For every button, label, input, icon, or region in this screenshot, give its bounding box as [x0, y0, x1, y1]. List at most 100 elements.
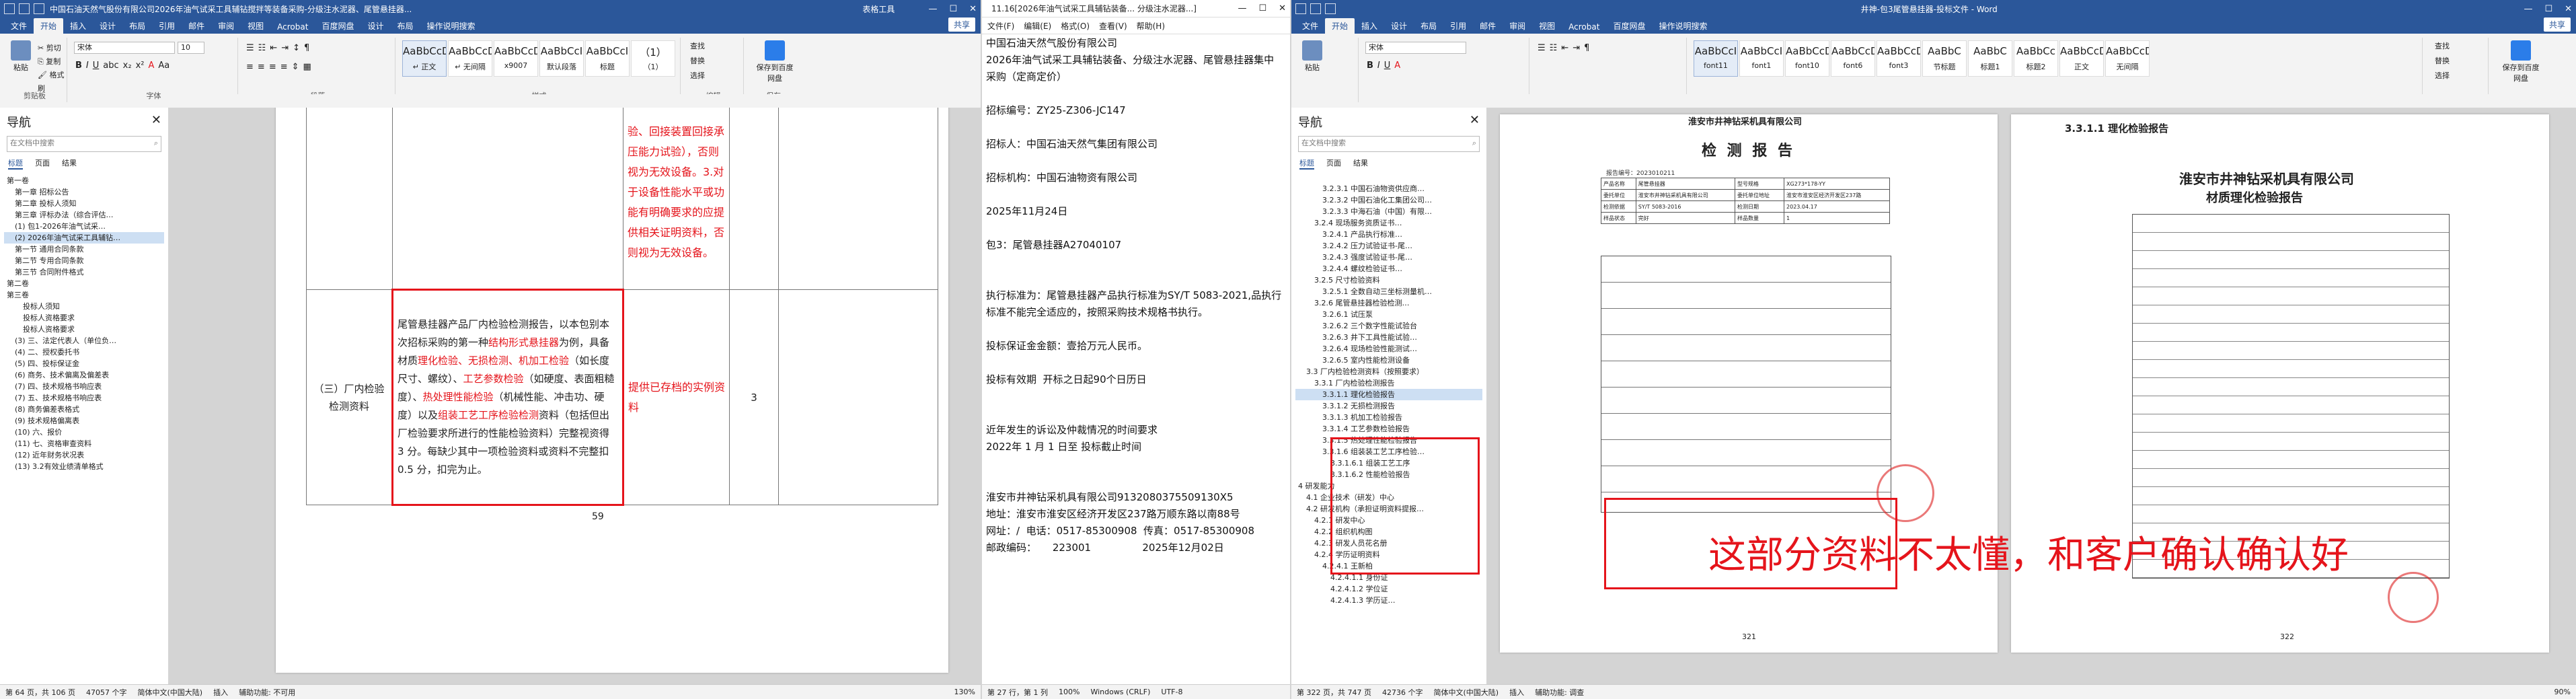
- edit-item[interactable]: 替换: [690, 54, 705, 69]
- style-gallery-item[interactable]: AaBbC 节标题: [1922, 40, 1967, 77]
- search-icon[interactable]: ⌕: [1472, 137, 1476, 151]
- save-to-baidu-button[interactable]: 保存到百度网盘: [756, 40, 794, 83]
- style-gallery-item[interactable]: AaBbCcDd ↵ 正文: [402, 40, 447, 77]
- font-size-select[interactable]: 10: [178, 42, 204, 54]
- nav-heading-item[interactable]: (9) 技术规格偏离表: [4, 415, 164, 427]
- nav-heading-item[interactable]: 第一卷: [4, 175, 164, 186]
- nav-tab[interactable]: 标题: [8, 157, 23, 170]
- maximize-icon[interactable]: ☐: [949, 4, 957, 14]
- edit-item[interactable]: 查找: [2435, 39, 2450, 54]
- search-icon[interactable]: ⌕: [154, 137, 158, 151]
- nav-heading-item[interactable]: 3.2.4.3 强度试验证书-尾…: [1295, 252, 1482, 263]
- nav-heading-item[interactable]: (13) 3.2有效业绩清单格式: [4, 461, 164, 472]
- minimize-icon[interactable]: —: [928, 4, 937, 14]
- menu-tab[interactable]: 开始: [1325, 18, 1355, 34]
- notepad-menu-item[interactable]: 格式(O): [1061, 20, 1090, 32]
- menu-tab[interactable]: 开始: [34, 18, 64, 34]
- nav-tab[interactable]: 结果: [62, 157, 77, 170]
- menu-tab[interactable]: 百度网盘: [315, 18, 361, 34]
- menu-tab[interactable]: 布局: [1414, 18, 1443, 34]
- menu-tab[interactable]: 插入: [1355, 18, 1384, 34]
- underline-button[interactable]: U: [93, 61, 100, 71]
- nav-tab[interactable]: 页面: [1326, 157, 1341, 170]
- menu-tab[interactable]: 引用: [152, 18, 182, 34]
- nav-heading-item[interactable]: 3.2.6 尾管悬挂器检验检测…: [1295, 297, 1482, 309]
- nav-heading-item[interactable]: 3.3.1.1 理化检验报告: [1295, 389, 1482, 400]
- menu-tab[interactable]: 审阅: [211, 18, 241, 34]
- close-icon[interactable]: ✕: [2565, 4, 2572, 14]
- edit-item[interactable]: 选择: [2435, 69, 2450, 83]
- nav-tab[interactable]: 标题: [1299, 157, 1314, 170]
- nav-heading-item[interactable]: 3.3.1.3 机加工检验报告: [1295, 412, 1482, 423]
- nav-heading-item[interactable]: 投标人资格要求: [4, 312, 164, 324]
- share-button[interactable]: 共享: [2543, 17, 2571, 32]
- menu-tab[interactable]: 操作说明搜索: [420, 18, 482, 34]
- menu-tab[interactable]: 视图: [241, 18, 270, 34]
- nav-search-input[interactable]: 在文档中搜索 ⌕: [7, 136, 161, 152]
- nav-heading-item[interactable]: (6) 商务、技术偏离及偏差表: [4, 369, 164, 381]
- style-gallery-item[interactable]: AaBbCcI 标题: [585, 40, 630, 77]
- share-button[interactable]: 共享: [948, 17, 975, 32]
- notepad-text[interactable]: 中国石油天然气股份有限公司 2026年油气试采工具辅钻装备、分级注水泥器、尾管悬挂…: [986, 35, 1283, 556]
- menu-tab[interactable]: 插入: [63, 18, 93, 34]
- font-name-select[interactable]: 宋体: [74, 42, 175, 54]
- menu-tab[interactable]: 引用: [1443, 18, 1473, 34]
- nav-heading-item[interactable]: 3.2.6.2 三个数字性能试验台: [1295, 320, 1482, 332]
- nav-heading-item[interactable]: 第三节 合同附件格式: [4, 266, 164, 278]
- menu-tab[interactable]: 布局: [390, 18, 420, 34]
- nav-heading-item[interactable]: 第二章 投标人须知: [4, 198, 164, 209]
- nav-heading-item[interactable]: 3.2.6.1 试压泵: [1295, 309, 1482, 320]
- style-gallery-item[interactable]: AaBbCcD font6: [1831, 40, 1875, 77]
- edit-item[interactable]: 查找: [690, 39, 705, 54]
- nav-tab[interactable]: 页面: [35, 157, 50, 170]
- nav-heading-item[interactable]: 3.2.3.3 中海石油（中国）有限…: [1295, 206, 1482, 217]
- menu-tab[interactable]: 视图: [1532, 18, 1562, 34]
- font-name-select[interactable]: 宋体: [1365, 42, 1466, 54]
- nav-heading-item[interactable]: 投标人资格要求: [4, 324, 164, 335]
- nav-heading-item[interactable]: 3.2.6.4 现场检验性能测试…: [1295, 343, 1482, 355]
- nav-heading-item[interactable]: 3.2.6.3 井下工具性能试验…: [1295, 332, 1482, 343]
- nav-heading-item[interactable]: (10) 六、报价: [4, 427, 164, 438]
- nav-heading-item[interactable]: 3.2.5 尺寸检验资料: [1295, 274, 1482, 286]
- style-gallery-item[interactable]: AaBbCcD 正文: [2059, 40, 2104, 77]
- nav-heading-item[interactable]: (8) 商务偏差表格式: [4, 404, 164, 415]
- nav-heading-item[interactable]: 3.2.3.2 中国石油化工集团公司…: [1295, 194, 1482, 206]
- style-gallery-item[interactable]: （1） （1）: [631, 40, 675, 77]
- maximize-icon[interactable]: ☐: [1258, 3, 1266, 13]
- nav-heading-item[interactable]: 3.2.5.1 全数自动三坐标测量机…: [1295, 286, 1482, 297]
- menu-tab[interactable]: 操作说明搜索: [1652, 18, 1714, 34]
- nav-heading-item[interactable]: 3.2.4 现场服务资质证书…: [1295, 217, 1482, 229]
- nav-heading-item[interactable]: 3.3.1 厂内检验检测报告: [1295, 377, 1482, 389]
- menu-tab[interactable]: Acrobat: [1562, 20, 1606, 34]
- minimize-icon[interactable]: —: [1238, 3, 1246, 13]
- nav-heading-item[interactable]: 4.2.4.1.2 学位证: [1295, 583, 1482, 595]
- paste-button[interactable]: 粘贴: [5, 40, 36, 73]
- nav-heading-item[interactable]: 3.3 厂内检验检测资料（按照要求）: [1295, 366, 1482, 377]
- style-gallery-item[interactable]: AaBbCcI font1: [1739, 40, 1784, 77]
- nav-heading-item[interactable]: 第三卷: [4, 289, 164, 301]
- nav-heading-item[interactable]: (3) 三、法定代表人（单位负…: [4, 335, 164, 346]
- close-icon[interactable]: ✕: [1279, 3, 1286, 13]
- italic-button[interactable]: I: [86, 61, 89, 71]
- nav-heading-item[interactable]: 第一章 招标公告: [4, 186, 164, 198]
- nav-heading-item[interactable]: 3.2.4.4 螺纹检验证书…: [1295, 263, 1482, 274]
- nav-heading-item[interactable]: (7) 四、技术规格书响应表: [4, 381, 164, 392]
- nav-heading-item[interactable]: 投标人须知: [4, 301, 164, 312]
- nav-heading-item[interactable]: (4) 二、授权委托书: [4, 346, 164, 358]
- notepad-menu-item[interactable]: 文件(F): [987, 20, 1014, 32]
- nav-heading-item[interactable]: 第二节 专用合同条款: [4, 255, 164, 266]
- nav-heading-item[interactable]: 3.2.6.5 室内性能检测设备: [1295, 355, 1482, 366]
- style-gallery-item[interactable]: AaBbCc 标题2: [2014, 40, 2058, 77]
- minimize-icon[interactable]: —: [2524, 4, 2532, 14]
- nav-heading-item[interactable]: 4.2.4.1.3 学历证…: [1295, 595, 1482, 606]
- style-gallery-item[interactable]: AaBbCcI font11: [1694, 40, 1738, 77]
- edit-item[interactable]: 替换: [2435, 54, 2450, 69]
- style-gallery-item[interactable]: AaBbCcDd x9007: [494, 40, 538, 77]
- nav-heading-item[interactable]: (2) 2026年油气试采工具辅钻…: [4, 232, 164, 244]
- nav-heading-item[interactable]: (11) 七、资格审查资料: [4, 438, 164, 449]
- menu-tab[interactable]: 文件: [1295, 18, 1325, 34]
- nav-heading-item[interactable]: (7) 五、技术规格书响应表: [4, 392, 164, 404]
- zoom-level[interactable]: 130%: [954, 688, 975, 696]
- style-gallery-item[interactable]: AaBbCcDd ↵ 无间隔: [448, 40, 492, 77]
- notepad-menu-item[interactable]: 编辑(E): [1024, 20, 1051, 32]
